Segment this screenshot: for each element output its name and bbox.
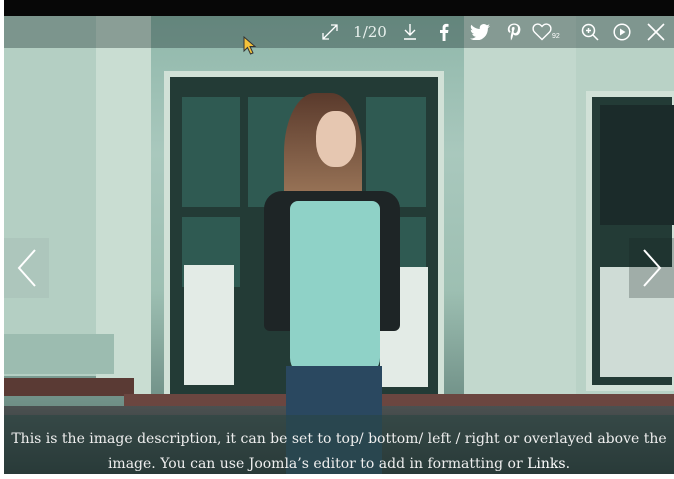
facebook-icon	[440, 23, 449, 41]
close-button[interactable]	[642, 16, 670, 48]
mouse-cursor-icon	[243, 36, 257, 55]
caption-link[interactable]: Links	[527, 456, 565, 472]
zoom-in-icon	[581, 23, 599, 41]
twitter-share-button[interactable]	[466, 16, 494, 48]
autoplay-button[interactable]	[610, 16, 634, 48]
heart-icon	[532, 23, 552, 41]
twitter-icon	[470, 24, 490, 40]
like-button[interactable]: 92	[532, 16, 566, 48]
fullscreen-icon	[322, 24, 338, 40]
facebook-share-button[interactable]	[432, 16, 456, 48]
lightbox-top-edge	[4, 0, 674, 16]
pinterest-share-button[interactable]	[502, 16, 526, 48]
lightbox: This is the image description, it can be…	[4, 0, 674, 474]
pinterest-icon	[507, 23, 521, 41]
chevron-left-icon	[17, 249, 36, 287]
caption-period: .	[565, 456, 571, 472]
close-icon	[647, 23, 665, 41]
prev-image-button[interactable]	[4, 238, 49, 298]
chevron-right-icon	[642, 249, 661, 287]
like-count: 92	[552, 33, 560, 40]
lightbox-image	[4, 16, 674, 474]
play-icon	[613, 23, 631, 41]
download-icon	[404, 24, 416, 40]
zoom-in-button[interactable]	[578, 16, 602, 48]
next-image-button[interactable]	[629, 238, 674, 298]
image-caption: This is the image description, it can be…	[4, 415, 674, 474]
download-button[interactable]	[398, 16, 422, 48]
fullscreen-button[interactable]	[318, 16, 342, 48]
image-counter: 1/20	[353, 23, 387, 41]
